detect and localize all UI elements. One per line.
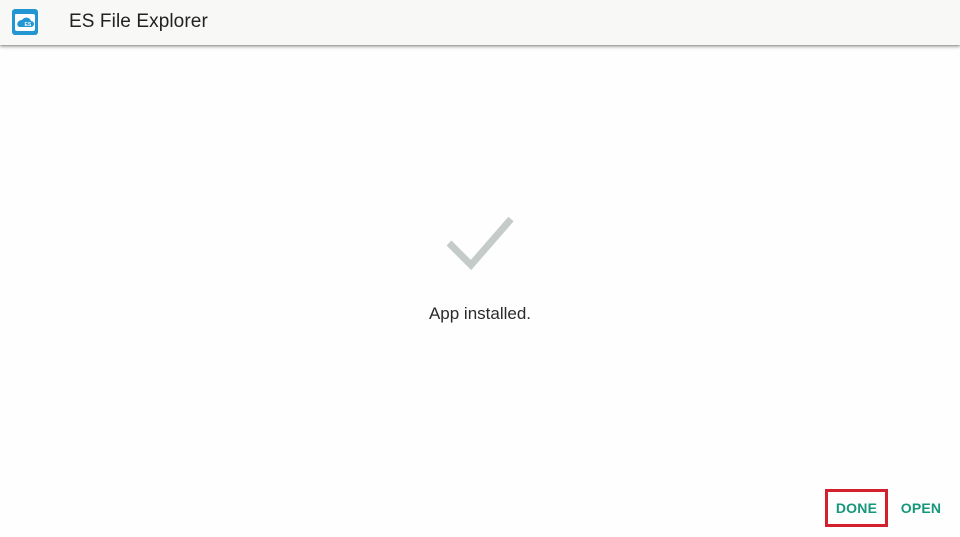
app-title: ES File Explorer <box>69 11 208 32</box>
status-message: App installed. <box>428 304 532 323</box>
svg-text:ES: ES <box>25 22 32 28</box>
es-file-explorer-app-icon: ES <box>12 9 38 35</box>
install-complete-screen: ES ES File Explorer App installed. DONE … <box>0 0 960 537</box>
done-button[interactable]: DONE <box>825 489 888 527</box>
app-bar: ES ES File Explorer <box>0 0 960 45</box>
checkmark-icon <box>446 216 514 270</box>
open-button[interactable]: OPEN <box>893 489 949 527</box>
